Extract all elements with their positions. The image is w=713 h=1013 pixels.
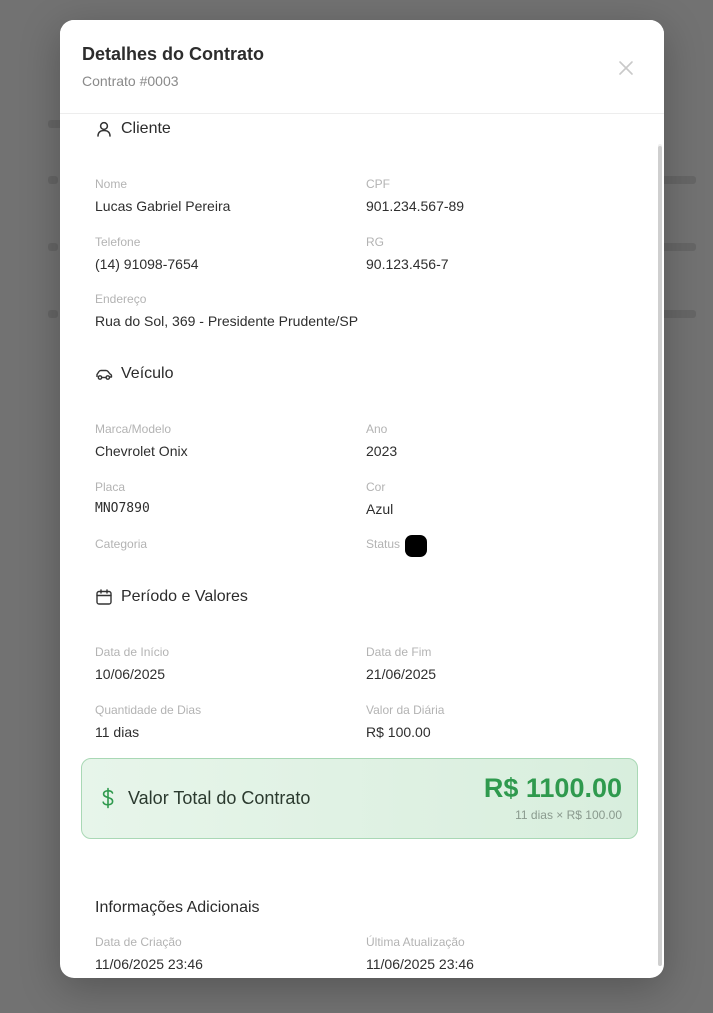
calendar-icon [96,589,112,605]
dollar-icon [102,787,114,809]
field-placa: Placa MNO7890 [95,480,150,517]
field-telefone-value: (14) 91098-7654 [95,256,199,272]
field-criacao-label: Data de Criação [95,935,182,949]
section-veiculo-label: Veículo [121,365,174,382]
field-atualizacao: Última Atualização 11/06/2025 23:46 [366,935,474,972]
field-cpf: CPF 901.234.567-89 [366,177,464,214]
field-inicio: Data de Início 10/06/2025 [95,645,169,682]
field-rg-label: RG [366,235,384,249]
section-veiculo-title: Veículo [95,365,173,383]
close-icon [619,61,633,75]
field-placa-label: Placa [95,480,126,494]
field-cor-value: Azul [366,501,394,517]
field-endereco-label: Endereço [95,292,147,306]
modal-subtitle: Contrato #0003 [82,73,179,89]
field-ano-value: 2023 [366,443,398,459]
field-criacao-value: 11/06/2025 23:46 [95,956,203,972]
section-cliente-label: Cliente [121,120,171,137]
field-endereco: Endereço Rua do Sol, 369 - Presidente Pr… [95,292,358,329]
field-diaria-value: R$ 100.00 [366,724,431,740]
field-status-label: Status [366,537,401,551]
modal-body[interactable]: Cliente Nome Lucas Gabriel Pereira CPF 9… [60,114,664,978]
field-marca-label: Marca/Modelo [95,422,172,436]
field-rg: RG 90.123.456-7 [366,235,449,272]
field-diaria: Valor da Diária R$ 100.00 [366,703,444,740]
field-dias: Quantidade de Dias 11 dias [95,703,201,740]
status-badge [405,535,427,557]
field-telefone: Telefone (14) 91098-7654 [95,235,199,272]
field-categoria: Categoria [95,537,147,551]
section-periodo-title: Período e Valores [95,588,248,606]
field-inicio-value: 10/06/2025 [95,666,166,682]
total-label: Valor Total do Contrato [128,787,311,808]
field-placa-value: MNO7890 [95,501,150,516]
field-marca: Marca/Modelo Chevrolet Onix [95,422,188,459]
field-diaria-label: Valor da Diária [366,703,445,717]
field-fim-label: Data de Fim [366,645,432,659]
scrollbar-thumb[interactable] [658,146,662,966]
field-atualizacao-value: 11/06/2025 23:46 [366,956,474,972]
field-cpf-value: 901.234.567-89 [366,198,465,214]
field-nome-label: Nome [95,177,128,191]
field-status: Status [366,537,400,551]
field-inicio-label: Data de Início [95,645,170,659]
field-ano-label: Ano [366,422,388,436]
field-ano: Ano 2023 [366,422,397,459]
field-rg-value: 90.123.456-7 [366,256,449,272]
field-categoria-label: Categoria [95,537,148,551]
close-button[interactable] [614,56,638,80]
field-cor: Cor Azul [366,480,393,517]
field-marca-value: Chevrolet Onix [95,443,188,459]
contract-details-modal: Detalhes do Contrato Contrato #0003 Clie… [60,20,664,978]
field-dias-value: 11 dias [95,724,140,740]
total-amount: R$ 1100.00 [483,773,622,803]
field-dias-label: Quantidade de Dias [95,703,202,717]
modal-title: Detalhes do Contrato [82,44,265,64]
field-nome-value: Lucas Gabriel Pereira [95,198,231,214]
section-info-title: Informações Adicionais [95,899,260,916]
field-atualizacao-label: Última Atualização [366,935,465,949]
section-cliente-title: Cliente [95,120,171,138]
user-icon [97,121,111,137]
modal-header: Detalhes do Contrato Contrato #0003 [60,20,664,114]
field-criacao: Data de Criação 11/06/2025 23:46 [95,935,203,972]
section-periodo-label: Período e Valores [121,588,248,605]
field-cpf-label: CPF [366,177,390,191]
field-telefone-label: Telefone [95,235,141,249]
field-cor-label: Cor [366,480,386,494]
field-endereco-value: Rua do Sol, 369 - Presidente Prudente/SP [95,313,359,329]
field-nome: Nome Lucas Gabriel Pereira [95,177,230,214]
total-calculation: 11 dias × R$ 100.00 [515,808,622,822]
car-icon [96,369,113,380]
total-label-row: Valor Total do Contrato [98,787,310,809]
field-fim: Data de Fim 21/06/2025 [366,645,436,682]
field-fim-value: 21/06/2025 [366,666,437,682]
total-value-card: Valor Total do Contrato R$ 1100.00 11 di… [81,758,638,839]
